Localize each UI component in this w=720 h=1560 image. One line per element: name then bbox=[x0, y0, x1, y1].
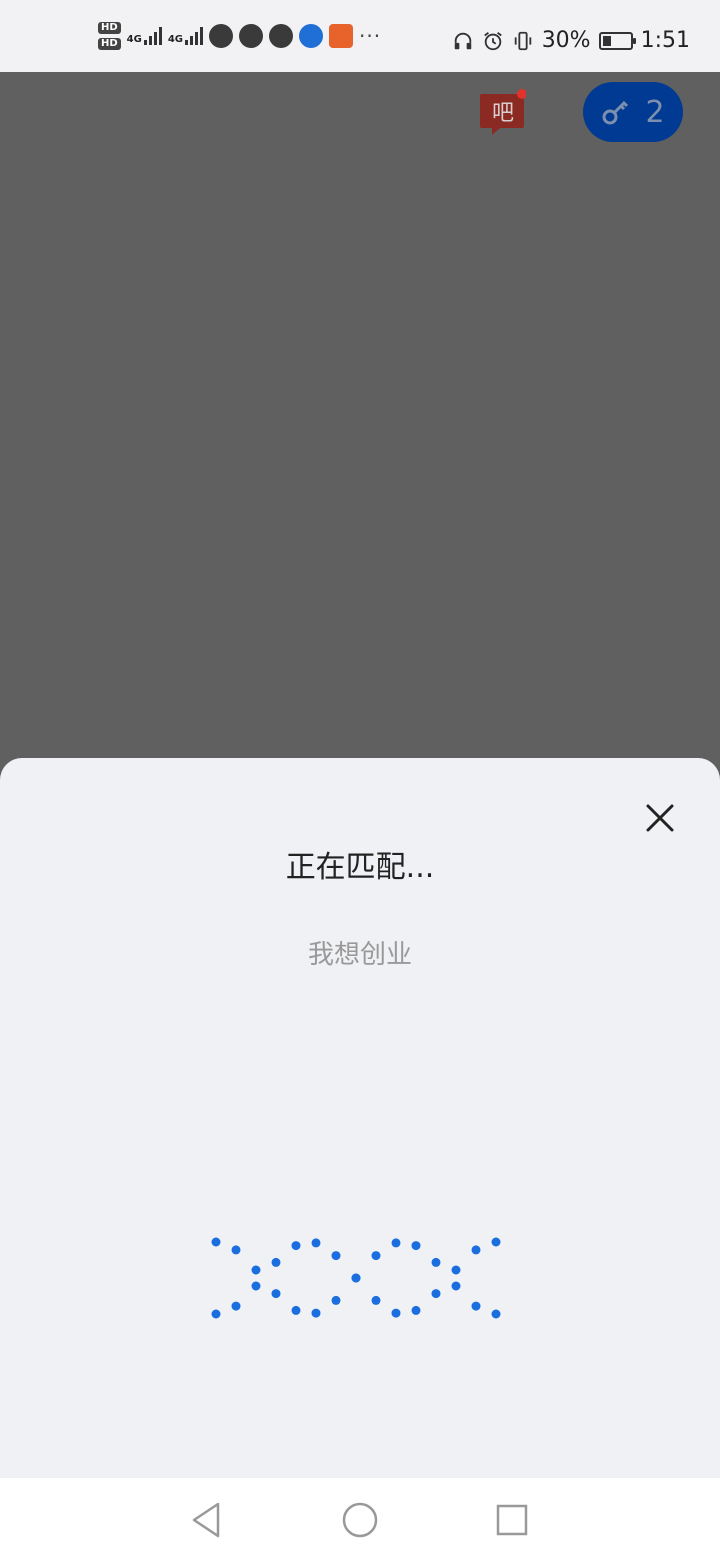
loader-dot bbox=[251, 1281, 261, 1291]
loader-dot bbox=[271, 1289, 281, 1299]
headphones-icon bbox=[454, 32, 471, 49]
loader-dot bbox=[451, 1265, 461, 1275]
close-icon bbox=[646, 804, 674, 832]
loader-dot bbox=[471, 1301, 481, 1311]
loader-dot bbox=[331, 1295, 341, 1305]
signal-1-icon bbox=[143, 27, 162, 45]
loader-dot bbox=[491, 1237, 501, 1247]
loader-dot bbox=[391, 1238, 401, 1248]
vibrate-icon bbox=[514, 31, 531, 50]
loader-dot bbox=[231, 1301, 241, 1311]
key-count-button[interactable]: 2 bbox=[583, 82, 683, 142]
loader-dot bbox=[331, 1251, 341, 1261]
compass-app-icon bbox=[299, 24, 324, 48]
sim1-hd-badge: HD bbox=[98, 22, 121, 34]
loader-dot bbox=[291, 1305, 301, 1315]
tieba-icon: 吧 bbox=[480, 89, 527, 135]
status-right-icons: 30% 1:51 bbox=[452, 28, 690, 53]
key-count: 2 bbox=[645, 94, 665, 130]
matching-title: 正在匹配... bbox=[285, 850, 435, 885]
loader-dot bbox=[351, 1273, 361, 1283]
loader-dot bbox=[431, 1257, 441, 1267]
recents-icon bbox=[496, 1504, 528, 1536]
network-2-label: 4G bbox=[167, 34, 184, 45]
loader-dot bbox=[211, 1309, 221, 1319]
loader-dot bbox=[211, 1237, 221, 1247]
tieba-icon-label: 吧 bbox=[492, 101, 514, 126]
matching-sheet: 正在匹配... 我想创业 bbox=[0, 758, 720, 1478]
signal-2-icon bbox=[185, 27, 204, 45]
loader-dot bbox=[411, 1305, 421, 1315]
loader-dot bbox=[251, 1265, 261, 1275]
network-1-label: 4G bbox=[126, 34, 142, 45]
nav-recents-button[interactable] bbox=[492, 1500, 532, 1540]
loader-dot bbox=[231, 1245, 241, 1255]
status-left-icons: HD HD 4G 4G ··· bbox=[98, 22, 381, 50]
message-app-icon bbox=[269, 24, 294, 48]
loader-dot bbox=[411, 1241, 421, 1251]
battery-icon bbox=[598, 31, 636, 50]
loader-dot bbox=[431, 1289, 441, 1299]
sim2-hd-badge: HD bbox=[98, 38, 121, 50]
alarm-icon bbox=[483, 31, 502, 50]
close-button[interactable] bbox=[640, 798, 680, 838]
loader-dot bbox=[391, 1308, 401, 1318]
battery-percent: 30% bbox=[541, 28, 591, 53]
loader-dot bbox=[311, 1238, 321, 1248]
runner-app-icon bbox=[329, 24, 354, 48]
sim-indicators: HD HD bbox=[98, 22, 121, 50]
nav-back-button[interactable] bbox=[186, 1500, 226, 1540]
loader-dot bbox=[311, 1308, 321, 1318]
more-notifications-icon: ··· bbox=[359, 24, 382, 48]
matching-subtitle: 我想创业 bbox=[307, 940, 412, 970]
nav-home-button[interactable] bbox=[340, 1500, 380, 1540]
loader-dot bbox=[471, 1245, 481, 1255]
home-icon bbox=[342, 1502, 378, 1538]
loader-dot bbox=[271, 1257, 281, 1267]
loader-dot bbox=[371, 1295, 381, 1305]
key-icon bbox=[602, 100, 629, 125]
loader-dot bbox=[371, 1251, 381, 1261]
navigation-bar bbox=[0, 1478, 720, 1560]
battery-fill bbox=[602, 35, 611, 46]
loading-animation-icon bbox=[211, 1237, 501, 1319]
network-2: 4G bbox=[167, 27, 204, 45]
network-1: 4G bbox=[127, 27, 162, 45]
chat-app-icon bbox=[209, 24, 234, 48]
clock: 1:51 bbox=[640, 28, 690, 53]
loader-dot bbox=[491, 1309, 501, 1319]
dimmed-background[interactable]: 吧 2 bbox=[0, 72, 720, 760]
back-icon bbox=[192, 1502, 220, 1538]
loader-dot bbox=[451, 1281, 461, 1291]
status-bar: HD HD 4G 4G ··· 30% 1:51 bbox=[0, 0, 720, 72]
tieba-button[interactable]: 吧 bbox=[480, 88, 527, 138]
loader-dot bbox=[291, 1241, 301, 1251]
browser-app-icon bbox=[239, 24, 264, 48]
